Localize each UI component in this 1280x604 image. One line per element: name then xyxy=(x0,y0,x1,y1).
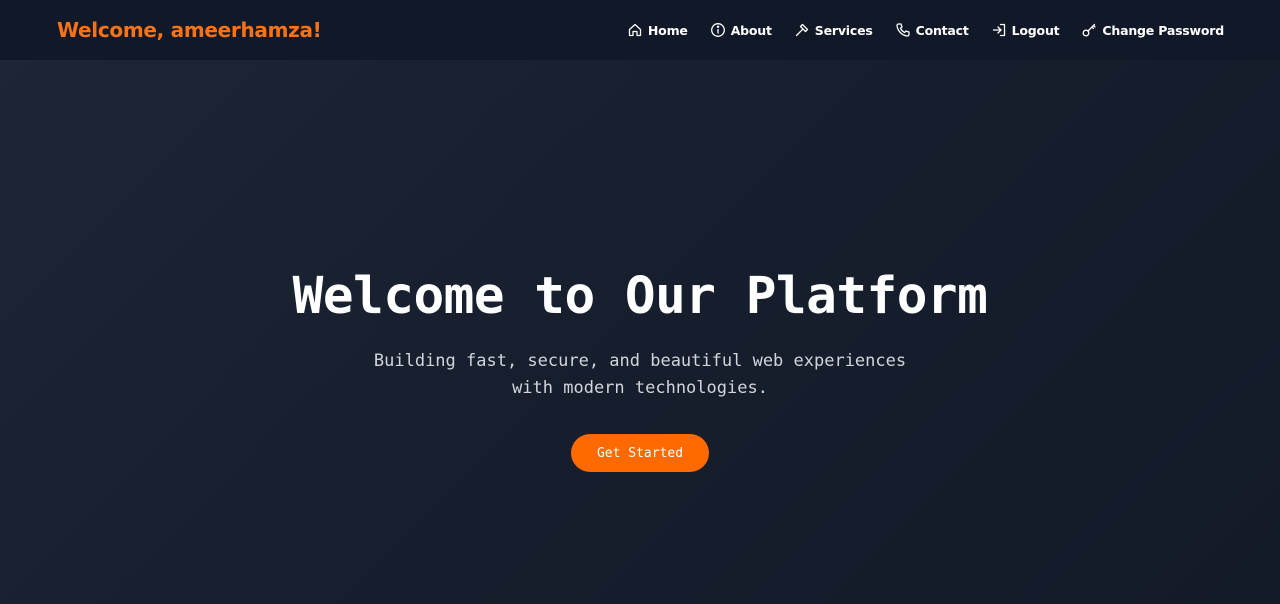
nav-link-change-password-label: Change Password xyxy=(1102,22,1224,38)
info-icon xyxy=(710,22,726,38)
nav-link-about-label: About xyxy=(730,22,772,38)
hero-section: Welcome to Our Platform Building fast, s… xyxy=(0,60,1280,604)
nav-link-about[interactable]: About xyxy=(710,22,772,38)
hammer-icon xyxy=(794,22,810,38)
hero-title: Welcome to Our Platform xyxy=(292,267,988,326)
nav-link-home[interactable]: Home xyxy=(627,22,688,38)
key-icon xyxy=(1081,22,1097,38)
nav-links: Home About Services Contact Logout Chang… xyxy=(627,22,1224,38)
phone-icon xyxy=(895,22,911,38)
nav-link-services-label: Services xyxy=(814,22,873,38)
navbar: Welcome, ameerhamza! Home About Services… xyxy=(0,0,1280,60)
welcome-brand: Welcome, ameerhamza! xyxy=(57,18,322,42)
nav-link-contact[interactable]: Contact xyxy=(895,22,969,38)
nav-link-services[interactable]: Services xyxy=(794,22,873,38)
nav-link-home-label: Home xyxy=(647,22,688,38)
nav-link-logout-label: Logout xyxy=(1011,22,1060,38)
logout-icon xyxy=(991,22,1007,38)
nav-link-change-password[interactable]: Change Password xyxy=(1081,22,1224,38)
home-icon xyxy=(627,22,643,38)
get-started-button[interactable]: Get Started xyxy=(571,434,709,472)
nav-link-contact-label: Contact xyxy=(915,22,969,38)
hero-subtitle: Building fast, secure, and beautiful web… xyxy=(373,351,907,398)
nav-link-logout[interactable]: Logout xyxy=(991,22,1060,38)
